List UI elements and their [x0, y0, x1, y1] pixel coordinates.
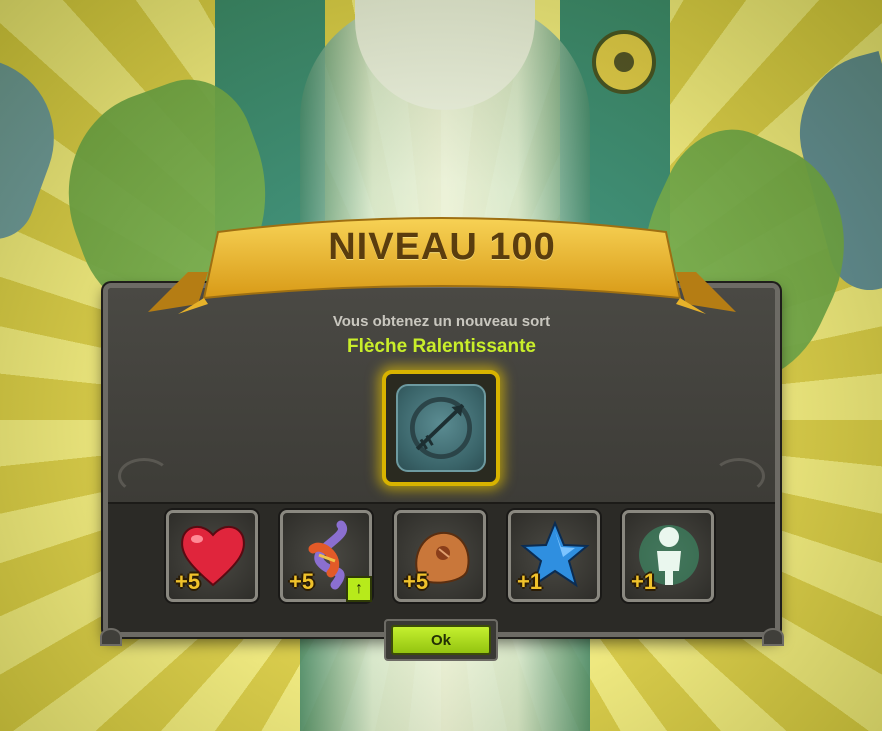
spell-name: Flèche Ralentissante	[346, 336, 537, 357]
ok-button-frame: Ok	[384, 619, 498, 661]
level-title: NIVEAU 100	[328, 226, 556, 268]
new-spell-message: Vous obtenez un nouveau sort	[332, 313, 551, 330]
arrow-spell-icon	[396, 384, 486, 472]
reward-value: +5	[175, 569, 201, 594]
upgrade-arrow-icon[interactable]: ↑	[346, 576, 372, 602]
reward-value: +1	[631, 569, 657, 594]
ok-button[interactable]: Ok	[391, 625, 491, 655]
ornament-right	[713, 458, 765, 494]
reward-value: +5	[289, 569, 315, 594]
reward-strength[interactable]: +5	[394, 510, 486, 602]
reward-spell-point[interactable]: +1	[508, 510, 600, 602]
reward-vitality[interactable]: +5	[166, 510, 258, 602]
spell-slot[interactable]	[382, 370, 500, 486]
dialog-foot-right	[762, 628, 784, 646]
reward-value: +1	[517, 569, 543, 594]
arrow-spell-glyph	[409, 396, 473, 460]
ornament-left	[118, 458, 170, 494]
reward-value: +5	[403, 569, 429, 594]
dialog-foot-left	[100, 628, 122, 646]
reward-character-slot[interactable]: +1	[622, 510, 714, 602]
